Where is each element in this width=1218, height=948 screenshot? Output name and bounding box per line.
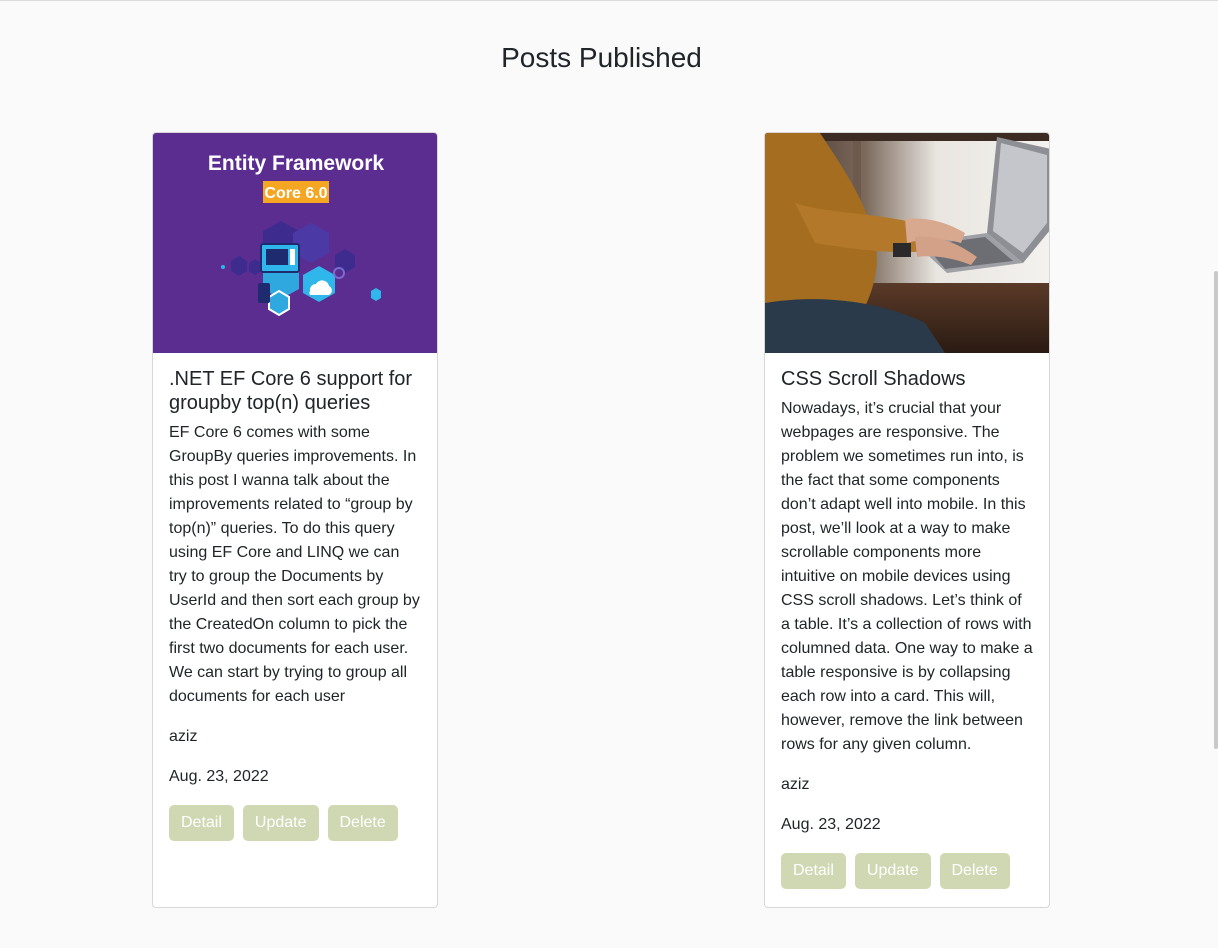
post-author: aziz — [169, 728, 198, 745]
post-title: .NET EF Core 6 support for groupby top(n… — [169, 368, 413, 414]
post-image-ef-core: Entity Framework Core 6.0 — [153, 133, 437, 353]
post-body: EF Core 6 comes with some GroupBy querie… — [169, 424, 420, 705]
delete-button[interactable]: Delete — [327, 805, 398, 841]
detail-button[interactable]: Detail — [169, 805, 234, 841]
post-body: Nowadays, it’s crucial that your webpage… — [781, 400, 1033, 753]
post-card: CSS Scroll Shadows Nowadays, it’s crucia… — [764, 132, 1050, 908]
post-card: Entity Framework Core 6.0 .NET EF Core 6… — [152, 132, 438, 908]
post-date: Aug. 23, 2022 — [781, 816, 881, 833]
update-button[interactable]: Update — [854, 853, 931, 889]
post-title: CSS Scroll Shadows — [781, 368, 966, 390]
page-title: Posts Published — [501, 42, 702, 73]
detail-button[interactable]: Detail — [781, 853, 846, 889]
page-scrollbar[interactable] — [1214, 271, 1218, 749]
ef-image-badge: Core 6.0 — [264, 185, 327, 202]
update-button[interactable]: Update — [242, 805, 319, 841]
delete-button[interactable]: Delete — [939, 853, 1010, 889]
ef-image-title: Entity Framework — [208, 152, 385, 175]
post-card-body: CSS Scroll Shadows Nowadays, it’s crucia… — [765, 353, 1049, 905]
post-actions: Detail Update Delete — [781, 853, 1033, 889]
post-card-body: .NET EF Core 6 support for groupby top(n… — [153, 353, 437, 857]
post-actions: Detail Update Delete — [169, 805, 421, 841]
post-date: Aug. 23, 2022 — [169, 768, 269, 785]
post-author: aziz — [781, 776, 810, 793]
post-image-laptop-photo — [765, 133, 1049, 353]
